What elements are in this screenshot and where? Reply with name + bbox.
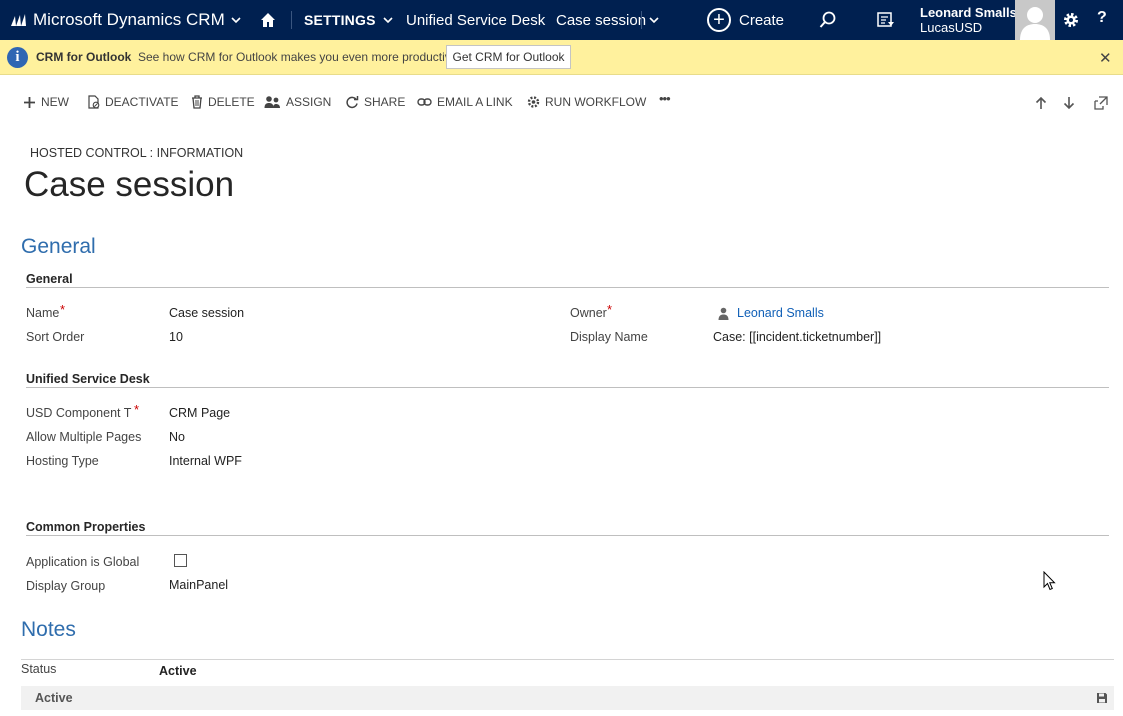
deactivate-button[interactable]: DEACTIVATE	[88, 95, 179, 109]
plus-icon	[24, 96, 35, 108]
run-workflow-button[interactable]: RUN WORKFLOW	[527, 95, 646, 109]
sort-order-label: Sort Order	[26, 330, 85, 344]
info-icon: i	[7, 47, 28, 68]
close-icon[interactable]: ✕	[1099, 49, 1112, 67]
gear-icon[interactable]	[1062, 11, 1080, 29]
usd-component-type-field[interactable]: CRM Page	[169, 406, 230, 420]
nav-settings-label: SETTINGS	[304, 12, 376, 28]
avatar[interactable]	[1015, 0, 1055, 40]
chevron-down-icon	[383, 16, 393, 23]
home-icon[interactable]	[260, 12, 276, 28]
deactivate-label: DEACTIVATE	[105, 95, 179, 109]
email-a-link-button[interactable]: EMAIL A LINK	[417, 95, 513, 109]
display-group-field[interactable]: MainPanel	[169, 578, 228, 592]
run-workflow-label: RUN WORKFLOW	[545, 95, 647, 109]
section-common-title: Common Properties	[26, 520, 146, 534]
allow-multiple-pages-label: Allow Multiple Pages	[26, 430, 142, 444]
application-is-global-checkbox[interactable]	[174, 554, 187, 567]
allow-multiple-pages-field[interactable]: No	[169, 430, 185, 444]
status-value: Active	[159, 664, 197, 678]
entity-breadcrumb: HOSTED CONTROL : INFORMATION	[30, 146, 244, 160]
delete-label: DELETE	[208, 95, 255, 109]
share-label: SHARE	[364, 95, 406, 109]
nav-unified-service-desk[interactable]: Unified Service Desk	[406, 0, 545, 40]
usd-component-type-label: USD Component T	[26, 406, 132, 420]
tab-general-title[interactable]: General	[21, 235, 96, 259]
save-icon[interactable]	[1096, 692, 1108, 704]
delete-button[interactable]: DELETE	[191, 95, 255, 109]
owner-label: Owner	[570, 306, 607, 320]
share-button[interactable]: SHARE	[345, 95, 405, 109]
record-status-text: Active	[35, 691, 73, 705]
create-button[interactable]: + Create	[707, 8, 784, 32]
pop-out-icon[interactable]	[1094, 96, 1108, 110]
required-marker: *	[607, 302, 613, 317]
assign-users-icon	[264, 96, 280, 108]
assign-button[interactable]: ASSIGN	[264, 95, 331, 109]
plus-circle-icon: +	[707, 8, 731, 32]
application-is-global-label: Application is Global	[26, 555, 140, 569]
display-name-label: Display Name	[570, 330, 648, 344]
trash-icon	[192, 95, 202, 109]
dynamics-logo-icon	[11, 14, 26, 26]
display-group-label: Display Group	[26, 579, 106, 593]
user-organization: LucasUSD	[920, 20, 983, 35]
command-bar: NEW DEACTIVATE DELETE ASSIGN SHARE EMAIL…	[0, 88, 1123, 118]
create-label: Create	[739, 11, 785, 29]
section-divider	[26, 535, 1109, 536]
name-field[interactable]: Case session	[169, 306, 244, 320]
chevron-down-icon[interactable]	[649, 17, 659, 24]
notification-title: CRM for Outlook	[36, 50, 132, 64]
top-navigation-bar: Microsoft Dynamics CRM SETTINGS Unified …	[0, 0, 1123, 40]
arrow-up-icon[interactable]	[1034, 96, 1048, 110]
notification-message: See how CRM for Outlook makes you even m…	[138, 50, 461, 64]
owner-link[interactable]: Leonard Smalls	[737, 306, 824, 320]
search-icon[interactable]	[819, 11, 837, 29]
required-marker: *	[60, 302, 66, 317]
nav-record-label: Case session	[556, 11, 647, 29]
notification-bar: i CRM for Outlook See how CRM for Outloo…	[0, 40, 1123, 75]
more-commands-button[interactable]: •••	[659, 91, 671, 106]
tab-notes-title[interactable]: Notes	[21, 618, 76, 642]
app-title: Microsoft Dynamics CRM	[33, 10, 225, 29]
workflow-icon	[527, 96, 540, 108]
hosting-type-field[interactable]: Internal WPF	[169, 454, 242, 468]
email-link-label: EMAIL A LINK	[437, 95, 513, 109]
advanced-find-icon[interactable]	[877, 11, 895, 29]
footer-divider	[21, 659, 1114, 660]
get-crm-for-outlook-button[interactable]: Get CRM for Outlook	[446, 45, 571, 69]
name-label: Name	[26, 306, 60, 320]
section-general-title: General	[26, 272, 73, 286]
form-status-bar: Active	[21, 686, 1114, 710]
user-name: Leonard Smalls	[920, 5, 1017, 20]
link-icon	[417, 98, 432, 106]
nav-separator	[641, 11, 642, 29]
user-silhouette-icon	[1020, 7, 1050, 40]
mouse-cursor-icon	[1043, 571, 1056, 591]
share-icon	[346, 96, 359, 109]
help-button[interactable]: ?	[1097, 9, 1107, 27]
user-info[interactable]: Leonard Smalls LucasUSD	[920, 5, 1017, 35]
section-divider	[26, 387, 1109, 388]
arrow-down-icon[interactable]	[1062, 96, 1076, 110]
new-button[interactable]: NEW	[23, 95, 69, 109]
app-navigation-menu[interactable]: Microsoft Dynamics CRM	[10, 0, 241, 40]
chevron-down-icon	[231, 16, 241, 23]
section-divider	[26, 287, 1109, 288]
nav-settings-menu[interactable]: SETTINGS	[304, 0, 393, 40]
sort-order-field[interactable]: 10	[169, 330, 183, 344]
hosting-type-label: Hosting Type	[26, 454, 99, 468]
nav-area-label: Unified Service Desk	[406, 11, 546, 29]
section-usd-title: Unified Service Desk	[26, 372, 150, 386]
display-name-field[interactable]: Case: [[incident.ticketnumber]]	[713, 330, 881, 344]
nav-record-case-session[interactable]: Case session	[556, 0, 646, 40]
page-title: Case session	[24, 165, 235, 204]
assign-label: ASSIGN	[286, 95, 332, 109]
deactivate-icon	[88, 95, 100, 109]
new-label: NEW	[41, 95, 69, 109]
status-label: Status	[21, 662, 57, 676]
nav-separator	[291, 11, 292, 29]
required-marker: *	[134, 402, 140, 417]
user-icon	[718, 307, 729, 320]
